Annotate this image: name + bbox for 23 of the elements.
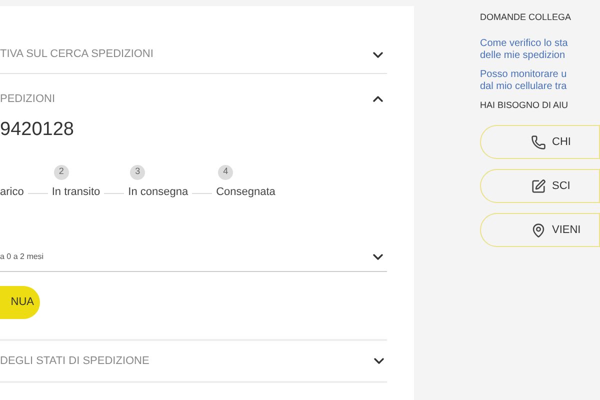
accordion-header[interactable]: PEDIZIONI bbox=[0, 80, 387, 118]
step-label: arico bbox=[0, 184, 24, 200]
step-number: 4 bbox=[218, 164, 234, 180]
edit-icon bbox=[531, 178, 546, 194]
accordion-header[interactable]: DEGLI STATI DI SPEDIZIONE bbox=[0, 339, 387, 383]
continue-button[interactable]: NUA bbox=[0, 286, 40, 319]
help-button[interactable]: CHI bbox=[480, 125, 600, 159]
period-select[interactable]: a 0 a 2 mesi bbox=[0, 242, 387, 272]
step-label: In consegna bbox=[128, 184, 188, 200]
step-label: In transito bbox=[52, 184, 100, 200]
question-link[interactable]: Posso monitorare u dal mio cellulare tra bbox=[480, 68, 600, 92]
help-button[interactable]: VIENI bbox=[480, 213, 600, 247]
section-title: DOMANDE COLLEGA bbox=[480, 11, 572, 24]
map-pin-icon bbox=[531, 222, 546, 238]
phone-icon bbox=[531, 134, 546, 150]
help-button[interactable]: SCI bbox=[480, 169, 600, 203]
accordion-header[interactable]: TIVA SUL CERCA SPEDIZIONI bbox=[0, 36, 387, 74]
step-number: 3 bbox=[130, 164, 146, 180]
tracking-number: 9420128 bbox=[0, 120, 75, 139]
step-label: Consegnata bbox=[216, 184, 276, 200]
step-number: 2 bbox=[54, 164, 69, 180]
section-title: HAI BISOGNO DI AIU bbox=[480, 98, 570, 112]
question-link[interactable]: Come verifico lo sta delle mie spedizion bbox=[480, 38, 600, 62]
